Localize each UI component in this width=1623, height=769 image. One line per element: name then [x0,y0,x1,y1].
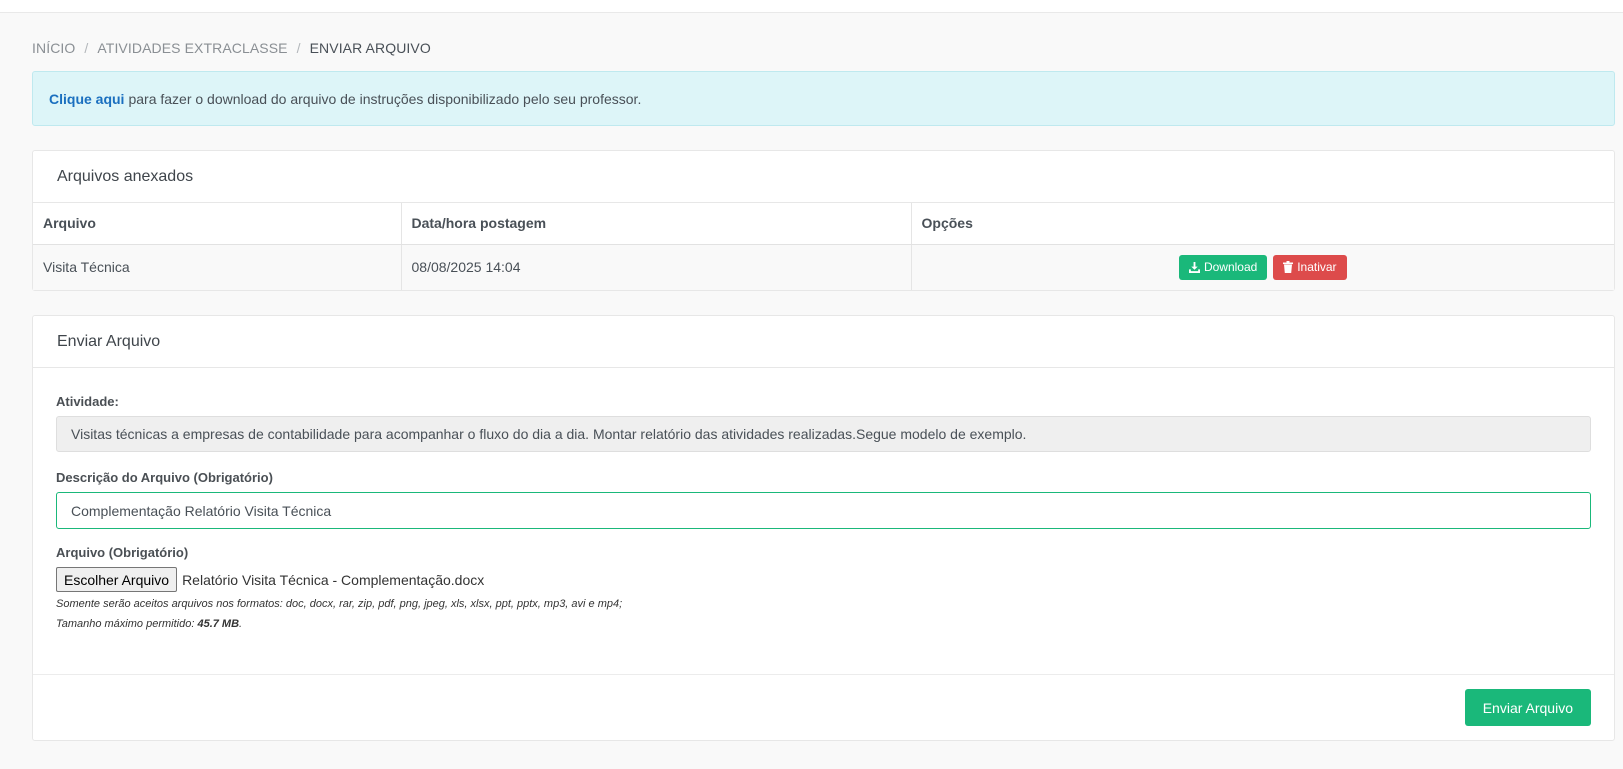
table-header-row: Arquivo Data/hora postagem Opções [33,203,1614,245]
column-header-opcoes: Opções [911,203,1614,245]
cell-file-name: Visita Técnica [33,244,402,290]
download-icon [1188,261,1200,273]
send-file-form: Atividade: Visitas técnicas a empresas d… [33,368,1614,632]
file-size-hint-value: 45.7 MB [197,618,240,630]
attached-files-card: Arquivos anexados Arquivo Data/hora post… [32,150,1615,291]
file-formats-hint: Somente serão aceitos arquivos nos forma… [56,598,623,610]
file-picker: Escolher Arquivo Relatório Visita Técnic… [56,567,1591,592]
cell-options: Download Inativar [911,244,1614,290]
choose-file-button[interactable]: Escolher Arquivo [56,567,178,592]
breadcrumb-item-current: ENVIAR ARQUIVO [309,40,431,56]
activity-label: Atividade: [56,394,119,409]
file-label: Arquivo (Obrigatório) [56,545,189,560]
selected-file-name: Relatório Visita Técnica - Complementaçã… [182,571,485,588]
breadcrumb-separator: / [296,40,301,56]
inactivate-button[interactable]: Inativar [1273,254,1347,280]
breadcrumb-item-inicio[interactable]: INÍCIO [32,40,75,56]
table-row: Visita Técnica 08/08/2025 14:04 Download [33,244,1614,290]
download-instructions-link[interactable]: Clique aqui [49,91,124,107]
send-file-title: Enviar Arquivo [33,316,1614,368]
trash-icon [1283,261,1294,274]
file-description-input[interactable] [56,492,1591,529]
activity-description: Visitas técnicas a empresas de contabili… [56,416,1591,452]
breadcrumb: INÍCIO / ATIVIDADES EXTRACLASSE / ENVIAR… [32,38,1615,58]
send-file-footer: Enviar Arquivo [33,674,1614,740]
attached-files-table: Arquivo Data/hora postagem Opções Visita… [33,203,1614,290]
top-navbar [0,0,1623,13]
alert-text: para fazer o download do arquivo de inst… [128,90,642,107]
column-header-arquivo: Arquivo [33,203,402,245]
breadcrumb-separator: / [84,40,89,56]
breadcrumb-item-atividades[interactable]: ATIVIDADES EXTRACLASSE [97,40,287,56]
file-size-hint-prefix: Tamanho máximo permitido: [56,618,195,630]
instructions-alert: Clique aqui para fazer o download do arq… [32,71,1615,126]
download-button-label: Download [1203,260,1258,275]
main-content: INÍCIO / ATIVIDADES EXTRACLASSE / ENVIAR… [32,13,1615,741]
file-description-label: Descrição do Arquivo (Obrigatório) [56,470,273,485]
attached-files-title: Arquivos anexados [33,151,1614,203]
submit-file-button[interactable]: Enviar Arquivo [1464,689,1591,726]
file-size-hint-suffix: . [239,618,243,630]
cell-post-date: 08/08/2025 14:04 [401,244,912,290]
inactivate-button-label: Inativar [1297,260,1337,275]
column-header-data: Data/hora postagem [401,203,912,245]
send-file-card: Enviar Arquivo Atividade: Visitas técnic… [32,315,1615,741]
file-size-hint: Tamanho máximo permitido: 45.7 MB. [56,617,1591,632]
download-button[interactable]: Download [1178,254,1268,280]
